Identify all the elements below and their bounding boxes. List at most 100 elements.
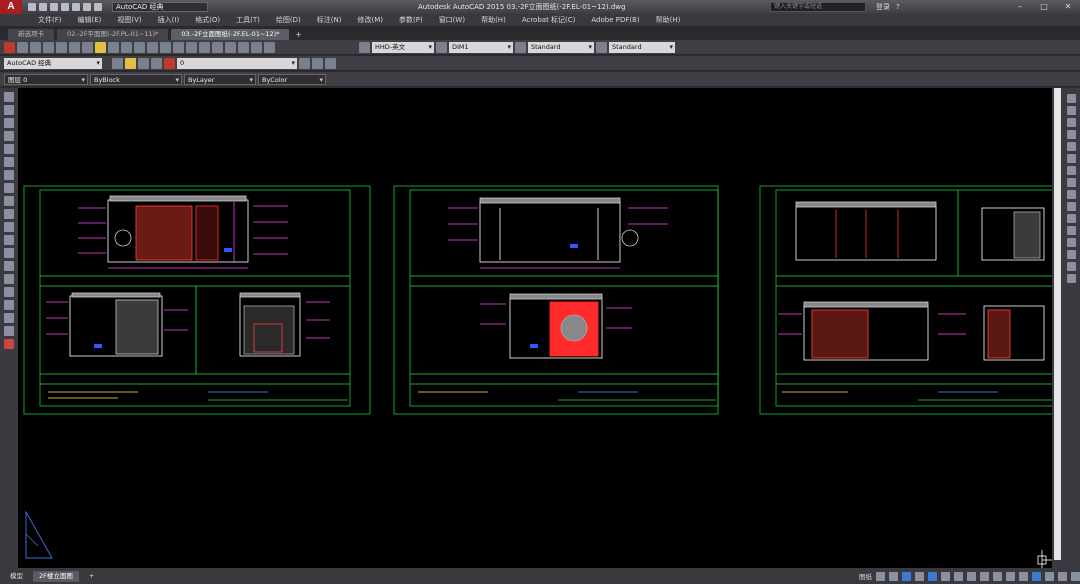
erase-icon[interactable] bbox=[1067, 94, 1076, 103]
clean-screen-icon[interactable] bbox=[1058, 571, 1067, 581]
rectangle-icon[interactable] bbox=[4, 144, 14, 154]
search-input[interactable]: 键入关键字或短语 bbox=[770, 2, 866, 12]
new-icon[interactable] bbox=[4, 41, 15, 53]
make-block-icon[interactable] bbox=[4, 248, 14, 258]
mtext-icon[interactable] bbox=[4, 326, 14, 336]
grid-icon[interactable] bbox=[876, 571, 885, 581]
undo-icon[interactable] bbox=[83, 3, 91, 11]
layer-states-icon[interactable] bbox=[325, 57, 336, 69]
osnap-icon[interactable] bbox=[928, 571, 937, 581]
extend-icon[interactable] bbox=[1067, 214, 1076, 223]
color-select[interactable]: ByColor bbox=[258, 73, 326, 85]
menu-format[interactable]: 格式(O) bbox=[187, 15, 228, 25]
point-icon[interactable] bbox=[4, 261, 14, 271]
add-layout-icon[interactable]: + bbox=[83, 571, 100, 582]
markup-icon[interactable] bbox=[251, 41, 262, 53]
minimize-icon[interactable]: – bbox=[1008, 0, 1032, 14]
hardware-accel-icon[interactable] bbox=[1032, 571, 1041, 581]
menu-view[interactable]: 视图(V) bbox=[109, 15, 149, 25]
layer-color-icon[interactable] bbox=[164, 57, 175, 69]
linetype-select[interactable]: ByBlock bbox=[90, 73, 182, 85]
menu-dimension[interactable]: 标注(N) bbox=[309, 15, 350, 25]
line-tool-icon[interactable] bbox=[4, 92, 14, 102]
rotate-icon[interactable] bbox=[1067, 166, 1076, 175]
customize-icon[interactable] bbox=[1071, 571, 1080, 581]
properties-icon[interactable] bbox=[199, 41, 210, 53]
annotation-scale-icon[interactable] bbox=[993, 571, 1002, 581]
cut-icon[interactable] bbox=[69, 41, 80, 53]
scrollbar-thumb[interactable] bbox=[1054, 88, 1061, 560]
menu-acrobat[interactable]: Acrobat 标记(C) bbox=[514, 15, 584, 25]
save-icon[interactable] bbox=[30, 41, 41, 53]
undo-icon[interactable] bbox=[121, 41, 132, 53]
tab-elevation[interactable]: 03.-2F立面图纸(-2F.EL-01~12)* bbox=[171, 29, 290, 40]
print-icon[interactable] bbox=[72, 3, 80, 11]
ortho-icon[interactable] bbox=[902, 571, 911, 581]
selection-cycling-icon[interactable] bbox=[980, 571, 989, 581]
menu-modify[interactable]: 修改(M) bbox=[349, 15, 391, 25]
open-file-icon[interactable] bbox=[39, 3, 47, 11]
plus-icon[interactable] bbox=[1019, 571, 1028, 581]
gradient-icon[interactable] bbox=[4, 287, 14, 297]
zoom-previous-icon[interactable] bbox=[186, 41, 197, 53]
add-selected-icon[interactable] bbox=[4, 339, 14, 349]
redo-icon[interactable] bbox=[94, 3, 102, 11]
help-icon[interactable]: ? bbox=[896, 3, 900, 11]
save-icon[interactable] bbox=[50, 3, 58, 11]
layer-freeze-icon[interactable] bbox=[138, 57, 149, 69]
tab-layout-elevation[interactable]: 2F楼立面图 bbox=[33, 570, 79, 582]
menu-edit[interactable]: 编辑(E) bbox=[70, 15, 110, 25]
sheet-set-icon[interactable] bbox=[238, 41, 249, 53]
menu-insert[interactable]: 插入(I) bbox=[150, 15, 188, 25]
layer-previous-icon[interactable] bbox=[312, 57, 323, 69]
tab-new[interactable]: 新选项卡 bbox=[8, 29, 54, 40]
match-properties-icon[interactable] bbox=[108, 41, 119, 53]
snap-icon[interactable] bbox=[889, 571, 898, 581]
offset-icon[interactable] bbox=[1067, 130, 1076, 139]
construction-line-icon[interactable] bbox=[4, 105, 14, 115]
tool-palette-icon[interactable] bbox=[225, 41, 236, 53]
vertical-scrollbar[interactable] bbox=[1052, 88, 1063, 568]
open-icon[interactable] bbox=[17, 41, 28, 53]
redo-icon[interactable] bbox=[134, 41, 145, 53]
otrack-icon[interactable] bbox=[941, 571, 950, 581]
mleader-style-select[interactable]: Standard bbox=[609, 41, 675, 53]
menu-tools[interactable]: 工具(T) bbox=[228, 15, 268, 25]
table-icon[interactable] bbox=[4, 313, 14, 323]
menu-file[interactable]: 文件(F) bbox=[30, 15, 70, 25]
new-file-icon[interactable] bbox=[28, 3, 36, 11]
print-icon[interactable] bbox=[43, 41, 54, 53]
polar-icon[interactable] bbox=[915, 571, 924, 581]
arc-icon[interactable] bbox=[4, 157, 14, 167]
copy-icon[interactable] bbox=[82, 41, 93, 53]
calculator-icon[interactable] bbox=[264, 41, 275, 53]
layer-state-select[interactable]: 图层 0 bbox=[4, 73, 88, 85]
menu-adobe-pdf[interactable]: Adobe PDF(B) bbox=[583, 16, 647, 24]
zoom-icon[interactable] bbox=[160, 41, 171, 53]
layer-properties-icon[interactable] bbox=[112, 57, 123, 69]
copy-object-icon[interactable] bbox=[1067, 106, 1076, 115]
move-icon[interactable] bbox=[1067, 154, 1076, 163]
stretch-icon[interactable] bbox=[1067, 190, 1076, 199]
text-style-select[interactable]: HHD-英文 bbox=[372, 41, 434, 53]
trim-icon[interactable] bbox=[1067, 202, 1076, 211]
break-icon[interactable] bbox=[1067, 226, 1076, 235]
layer-lock-icon[interactable] bbox=[151, 57, 162, 69]
fillet-icon[interactable] bbox=[1067, 262, 1076, 271]
layer-on-icon[interactable] bbox=[125, 57, 136, 69]
polyline-icon[interactable] bbox=[4, 118, 14, 128]
hatch-icon[interactable] bbox=[4, 274, 14, 284]
tab-floor-plan[interactable]: 02.-2F平面图(-2F.PL-01~11)* bbox=[57, 29, 169, 40]
region-icon[interactable] bbox=[4, 300, 14, 310]
insert-block-icon[interactable] bbox=[4, 235, 14, 245]
explode-icon[interactable] bbox=[1067, 274, 1076, 283]
transparency-icon[interactable] bbox=[967, 571, 976, 581]
circle-icon[interactable] bbox=[4, 170, 14, 180]
polygon-icon[interactable] bbox=[4, 131, 14, 141]
tab-model[interactable]: 模型 bbox=[4, 571, 29, 582]
add-tab-icon[interactable]: + bbox=[292, 29, 304, 40]
autocad-logo[interactable]: A bbox=[0, 0, 22, 14]
menu-window[interactable]: 窗口(W) bbox=[431, 15, 473, 25]
make-current-icon[interactable] bbox=[299, 57, 310, 69]
revcloud-icon[interactable] bbox=[4, 183, 14, 193]
